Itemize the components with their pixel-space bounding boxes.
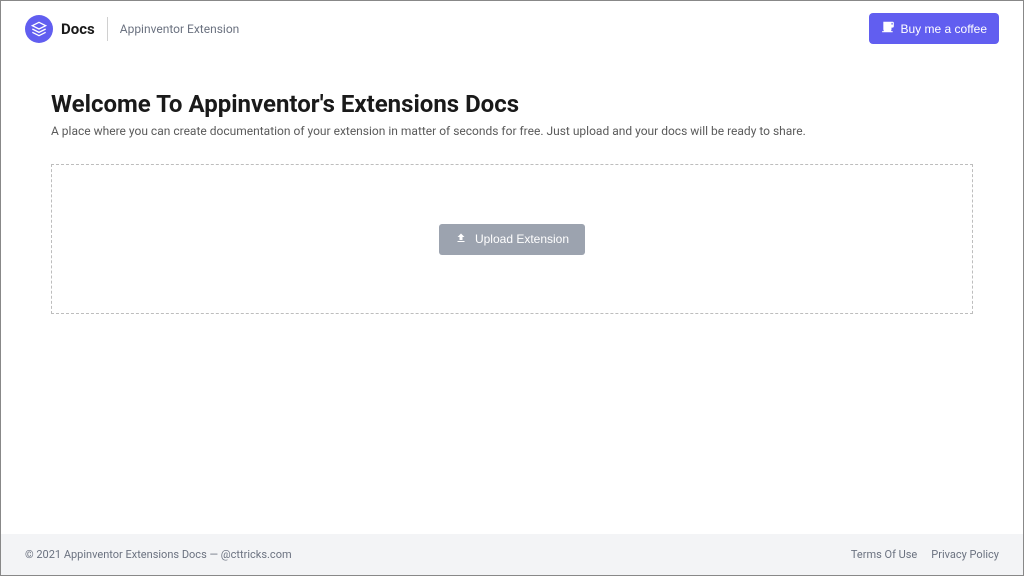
footer: © 2021 Appinventor Extensions Docs — @ct…	[1, 534, 1023, 575]
upload-icon	[455, 232, 467, 247]
main: Welcome To Appinventor's Extensions Docs…	[1, 56, 1023, 534]
stack-icon	[25, 15, 53, 43]
coffee-label: Buy me a coffee	[901, 22, 988, 36]
upload-label: Upload Extension	[475, 232, 569, 246]
footer-links: Terms Of Use Privacy Policy	[851, 548, 999, 561]
terms-link[interactable]: Terms Of Use	[851, 548, 917, 561]
coffee-icon	[881, 20, 895, 37]
upload-dropzone[interactable]: Upload Extension	[51, 164, 973, 314]
upload-extension-button[interactable]: Upload Extension	[439, 224, 585, 255]
header-left: Docs Appinventor Extension	[25, 15, 239, 43]
header-subtitle: Appinventor Extension	[120, 22, 240, 36]
page-title: Welcome To Appinventor's Extensions Docs	[51, 90, 973, 118]
header: Docs Appinventor Extension Buy me a coff…	[1, 1, 1023, 56]
footer-copyright: © 2021 Appinventor Extensions Docs — @ct…	[25, 548, 292, 561]
logo-text: Docs	[61, 20, 95, 38]
divider	[107, 17, 108, 41]
page-description: A place where you can create documentati…	[51, 124, 973, 138]
logo[interactable]: Docs	[25, 15, 95, 43]
privacy-link[interactable]: Privacy Policy	[931, 548, 999, 561]
buy-coffee-button[interactable]: Buy me a coffee	[869, 13, 1000, 44]
